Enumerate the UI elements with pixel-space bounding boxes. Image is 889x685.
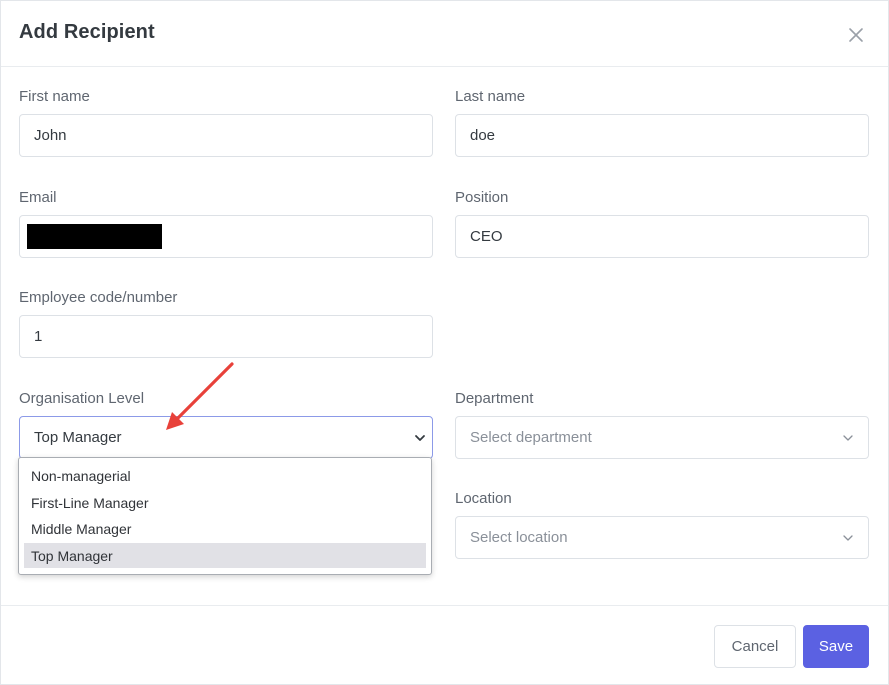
position-value: CEO — [470, 228, 503, 245]
last-name-value: doe — [470, 127, 496, 144]
organisation-level-select[interactable]: Top Manager — [19, 416, 433, 459]
location-placeholder: Select location — [470, 529, 568, 546]
modal-title: Add Recipient — [19, 21, 155, 43]
first-name-input[interactable]: John — [19, 114, 433, 157]
location-label: Location — [455, 490, 512, 507]
department-select[interactable]: Select department — [455, 416, 869, 459]
last-name-input[interactable]: doe — [455, 114, 869, 157]
option-top-manager[interactable]: Top Manager — [24, 543, 426, 568]
email-redaction — [27, 224, 162, 249]
modal-footer: Cancel Save — [1, 605, 888, 685]
option-non-managerial[interactable]: Non-managerial — [24, 463, 426, 488]
department-label: Department — [455, 390, 534, 407]
first-name-label: First name — [19, 88, 90, 105]
organisation-level-value: Top Manager — [34, 429, 122, 446]
location-select[interactable]: Select location — [455, 516, 869, 559]
modal-header: Add Recipient — [1, 1, 888, 67]
chevron-down-icon — [843, 535, 853, 541]
add-recipient-modal: Add Recipient First name John Last name … — [0, 0, 889, 685]
last-name-label: Last name — [455, 88, 526, 105]
email-label: Email — [19, 189, 57, 206]
first-name-value: John — [34, 127, 67, 144]
chevron-down-icon — [843, 435, 853, 441]
employee-code-input[interactable]: 1 — [19, 315, 433, 358]
cancel-button[interactable]: Cancel — [714, 625, 796, 668]
option-middle-manager[interactable]: Middle Manager — [24, 516, 426, 541]
organisation-level-label: Organisation Level — [19, 390, 145, 407]
option-first-line-manager[interactable]: First-Line Manager — [24, 490, 426, 515]
employee-code-label: Employee code/number — [19, 289, 178, 306]
organisation-level-dropdown: Non-managerial First-Line Manager Middle… — [18, 457, 432, 575]
department-placeholder: Select department — [470, 429, 592, 446]
chevron-down-icon — [415, 435, 425, 441]
save-button[interactable]: Save — [803, 625, 869, 668]
position-label: Position — [455, 189, 509, 206]
employee-code-value: 1 — [34, 328, 43, 345]
close-icon[interactable] — [846, 25, 866, 45]
position-input[interactable]: CEO — [455, 215, 869, 258]
